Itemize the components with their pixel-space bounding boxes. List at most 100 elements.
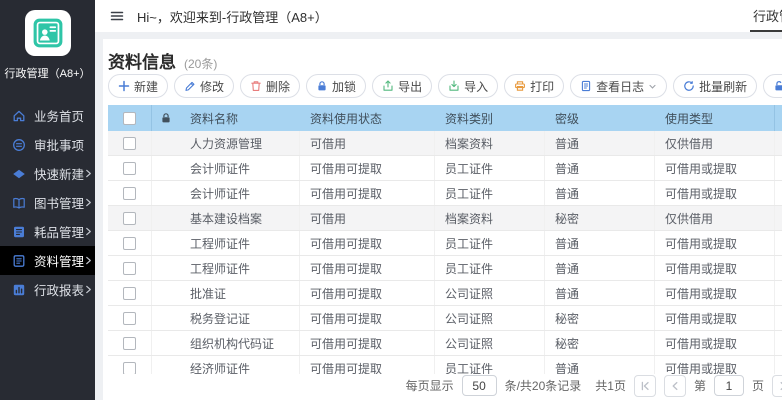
cell-extra [775, 181, 782, 205]
cell-level: 普通 [545, 356, 655, 374]
table-row[interactable]: 组织机构代码证可借用可提取公司证照秘密可借用或提取 [108, 331, 782, 356]
cell-category: 员工证件 [435, 231, 545, 255]
cell-extra [775, 331, 782, 355]
lock-icon [316, 80, 328, 92]
toolbar-button-1[interactable]: 修改 [174, 74, 234, 98]
row-checkbox[interactable] [123, 337, 136, 350]
table-row[interactable]: 工程师证件可借用可提取员工证件普通可借用或提取 [108, 231, 782, 256]
hamburger-menu-icon[interactable] [110, 9, 124, 23]
toolbar-button-label: 批量刷新 [699, 78, 747, 95]
row-checkbox[interactable] [123, 237, 136, 250]
toolbar-button-3[interactable]: 加锁 [306, 74, 366, 98]
sidebar-item-1[interactable]: 审批事项 [0, 130, 95, 159]
toolbar-button-8[interactable]: 批量刷新 [673, 74, 757, 98]
pagination-bar: 每页显示 条/共20条记录 共1页 第 页 [103, 374, 782, 400]
content-card: 资料信息 (20条) 新建修改删除加锁导出导入打印查看日志批量刷新解锁扫一扫 资… [103, 39, 782, 400]
next-page-button[interactable] [772, 375, 782, 397]
table-row[interactable]: 基本建设档案可借用档案资料秘密仅供借用 [108, 206, 782, 231]
prev-page-button[interactable] [664, 375, 686, 397]
header-select-all[interactable] [108, 105, 152, 131]
table-row[interactable]: 人力资源管理可借用档案资料普通仅供借用 [108, 131, 782, 156]
row-checkbox[interactable] [123, 137, 136, 150]
tab-current-app[interactable]: 行政管理 [750, 0, 782, 32]
toolbar-button-4[interactable]: 导出 [372, 74, 432, 98]
row-lock-cell [152, 356, 180, 374]
cell-usage: 仅供借用 [655, 131, 775, 155]
lock-column-icon [152, 105, 180, 131]
cell-status: 可借用 [300, 131, 435, 155]
toolbar-button-label: 查看日志 [596, 78, 644, 95]
column-header-extra [775, 105, 782, 131]
toolbar-button-9[interactable]: 解锁 [763, 74, 782, 98]
table-row[interactable]: 税务登记证可借用可提取公司证照秘密可借用或提取 [108, 306, 782, 331]
report-icon [12, 283, 26, 297]
sidebar-item-2[interactable]: 快速新建 [0, 159, 95, 188]
cell-category: 公司证照 [435, 306, 545, 330]
table-row[interactable]: 经济师证件可借用可提取员工证件普通可借用或提取 [108, 356, 782, 374]
table-row[interactable]: 批准证可借用可提取公司证照普通可借用或提取 [108, 281, 782, 306]
book-icon [12, 196, 26, 210]
row-select-cell [108, 281, 152, 305]
sidebar-item-4[interactable]: 耗品管理 [0, 217, 95, 246]
total-pages: 共1页 [595, 377, 626, 394]
sidebar-item-0[interactable]: 业务首页 [0, 101, 95, 130]
cell-status: 可借用可提取 [300, 356, 435, 374]
first-page-button[interactable] [634, 375, 656, 397]
edit-icon [184, 80, 196, 92]
sidebar-item-label: 快速新建 [34, 164, 84, 183]
cell-category: 公司证照 [435, 331, 545, 355]
cell-usage: 可借用或提取 [655, 356, 775, 374]
cell-name: 会计师证件 [180, 181, 300, 205]
cell-status: 可借用可提取 [300, 156, 435, 180]
sidebar-item-5[interactable]: 资料管理 [0, 246, 95, 275]
cell-extra [775, 306, 782, 330]
toolbar-button-5[interactable]: 导入 [438, 74, 498, 98]
toolbar-button-7[interactable]: 查看日志 [570, 74, 667, 98]
table-row[interactable]: 会计师证件可借用可提取员工证件普通可借用或提取 [108, 156, 782, 181]
per-page-label: 每页显示 [406, 377, 454, 394]
cell-status: 可借用 [300, 206, 435, 230]
cell-extra [775, 281, 782, 305]
cell-category: 员工证件 [435, 181, 545, 205]
sidebar-item-label: 行政报表 [34, 280, 84, 299]
sidebar-item-6[interactable]: 行政报表 [0, 275, 95, 304]
data-icon [12, 254, 26, 268]
toolbar-button-0[interactable]: 新建 [108, 74, 168, 98]
row-checkbox[interactable] [123, 212, 136, 225]
cell-name: 批准证 [180, 281, 300, 305]
toolbar-button-6[interactable]: 打印 [504, 74, 564, 98]
row-lock-cell [152, 156, 180, 180]
row-select-cell [108, 156, 152, 180]
cell-name: 经济师证件 [180, 356, 300, 374]
import-icon [448, 80, 460, 92]
row-checkbox[interactable] [123, 162, 136, 175]
toolbar-button-label: 加锁 [332, 78, 356, 95]
per-page-input[interactable] [462, 375, 497, 396]
cell-usage: 可借用或提取 [655, 281, 775, 305]
cell-level: 秘密 [545, 306, 655, 330]
table-row[interactable]: 会计师证件可借用可提取员工证件普通可借用或提取 [108, 181, 782, 206]
cell-usage: 可借用或提取 [655, 306, 775, 330]
row-checkbox[interactable] [123, 262, 136, 275]
row-select-cell [108, 181, 152, 205]
toolbar-button-label: 修改 [200, 78, 224, 95]
app-name: 行政管理（A8+） [2, 65, 93, 80]
cell-level: 普通 [545, 156, 655, 180]
home-icon [12, 109, 26, 123]
cell-usage: 可借用或提取 [655, 156, 775, 180]
table-row[interactable]: 工程师证件可借用可提取员工证件普通可借用或提取 [108, 256, 782, 281]
select-all-checkbox[interactable] [123, 112, 136, 125]
cell-name: 工程师证件 [180, 256, 300, 280]
row-checkbox[interactable] [123, 312, 136, 325]
goto-page-input[interactable] [714, 375, 744, 396]
row-select-cell [108, 206, 152, 230]
toolbar-button-2[interactable]: 删除 [240, 74, 300, 98]
cell-extra [775, 356, 782, 374]
row-checkbox[interactable] [123, 187, 136, 200]
toolbar-button-label: 打印 [530, 78, 554, 95]
row-checkbox[interactable] [123, 287, 136, 300]
row-checkbox[interactable] [123, 362, 136, 375]
row-lock-cell [152, 331, 180, 355]
sidebar-item-3[interactable]: 图书管理 [0, 188, 95, 217]
refresh-icon [683, 80, 695, 92]
